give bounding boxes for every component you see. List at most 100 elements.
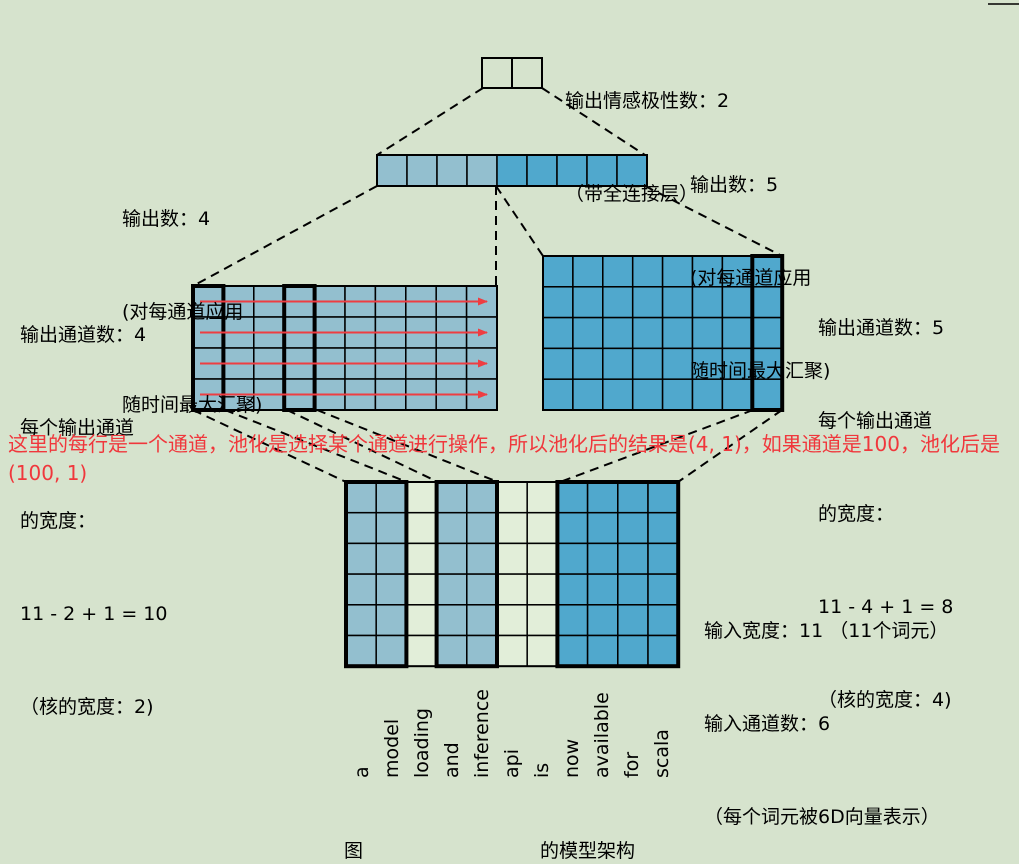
conv-right-cell [661,255,694,288]
input-line-2: 输入通道数：6 [704,713,831,735]
conv-right-cell [602,347,634,380]
token-3: and [441,742,463,778]
pool-right-line-1: 输出数：5 [690,174,779,196]
input-cell [435,511,468,545]
pooled-cell [496,154,528,187]
conv-right-cell [542,316,574,350]
input-cell [496,604,528,637]
token-6: is [531,762,553,778]
input-cell [647,604,679,637]
input-cell [405,542,438,575]
token-1: model [381,718,403,778]
conv-right-cell [542,347,574,380]
input-cell [526,511,559,545]
input-cell [647,634,679,667]
conv-right-cell [631,316,664,350]
input-cell [586,634,619,667]
conv-right-cell [602,378,634,411]
conv-right-cell [572,286,604,319]
conv-left-line-4: 11 - 2 + 1 = 10 [20,603,168,625]
conv-right-cell [542,255,574,288]
conv-right-cell [542,286,574,319]
input-cell [466,511,498,545]
input-cell [345,634,377,667]
input-cell [586,573,619,606]
input-cell [526,573,559,606]
conv-right-cell [602,316,634,350]
conv-right-cell [572,255,604,288]
input-cell [496,634,528,667]
input-cell [466,604,498,637]
connector-dashed-line [495,185,544,257]
input-cell [526,604,559,637]
conv-right-line-1: 输出通道数：5 [818,317,945,339]
input-cell [345,542,377,575]
input-cell [345,511,377,545]
conv-right-cell [602,286,634,319]
conv-right-cell [602,255,634,288]
input-cell [375,542,408,575]
input-line-1: 输入宽度：11 （11个词元） [704,620,949,642]
input-label: 输入宽度：11 （11个词元） 输入通道数：6 （每个词元被6D向量表示） [704,554,948,864]
input-cell [375,604,408,637]
conv-right-cell [661,378,694,411]
conv-left-line-3: 的宽度： [20,510,97,532]
input-cell [405,604,438,637]
input-cell [586,542,619,575]
input-cell [556,511,589,545]
conv-left-label: 输出通道数：4 每个输出通道 的宽度： 11 - 2 + 1 = 10 （核的宽… [20,258,167,754]
input-cell [375,573,408,606]
conv-left-line-1: 输出通道数：4 [20,324,147,346]
conv-right-cell [661,316,694,350]
token-8: available [591,692,613,778]
input-cell [556,573,589,606]
input-cell [466,542,498,575]
input-cell [647,542,679,575]
input-cell [375,511,408,545]
input-cell [617,604,649,637]
conv-right-cell [631,347,664,380]
input-cell [526,634,559,667]
output-unit-cell [481,57,513,89]
conv-right-cell [631,255,664,288]
token-0: a [351,766,373,778]
token-4: inference [471,689,493,778]
conv-right-cell [572,378,604,411]
input-cell [617,634,649,667]
figure-caption-prefix: 图 [344,840,364,862]
input-cell [496,573,528,606]
connector-dashed-line [376,87,484,156]
input-cell [617,511,649,545]
input-cell [496,542,528,575]
red-annotation: 这里的每行是一个通道，池化是选择某个通道进行操作，所以池化后的结果是(4, 1)… [8,432,1000,485]
token-2: loading [411,708,433,778]
input-cell [466,634,498,667]
input-cell [496,511,528,545]
input-cell [435,542,468,575]
conv-left-line-5: （核的宽度：2) [20,696,154,718]
token-5: api [501,749,523,778]
input-cell [435,573,468,606]
conv-right-cell [572,316,604,350]
input-cell [345,573,377,606]
pool-right-line-3: 随时间最大汇聚) [690,360,831,382]
token-9: for [621,751,643,778]
input-cell [345,604,377,637]
conv-right-cell [572,347,604,380]
conv-right-cell [542,378,574,411]
pooled-cell [526,154,558,187]
pooled-cell [406,154,438,187]
input-cell [556,542,589,575]
input-cell [405,511,438,545]
input-cell [617,542,649,575]
input-cell [556,634,589,667]
input-cell [526,542,559,575]
conv-right-line-3: 的宽度： [818,503,895,525]
input-cell [647,511,679,545]
input-cell [405,634,438,667]
input-cell [466,573,498,606]
conv-right-cell [631,378,664,411]
pooled-cell [436,154,468,187]
pooled-cell [466,154,498,187]
conv-right-cell [661,347,694,380]
